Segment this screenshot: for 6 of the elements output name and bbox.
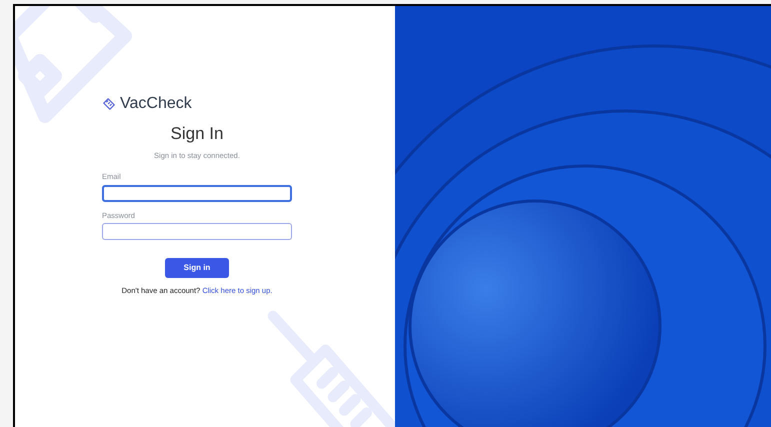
brand-name: VacCheck xyxy=(120,96,192,112)
page-title: Sign In xyxy=(170,125,224,142)
syringe-logo-icon xyxy=(102,97,116,111)
input-field[interactable] xyxy=(102,184,292,202)
input-field[interactable] xyxy=(102,222,292,240)
sign-in-button[interactable]: Sign in xyxy=(165,258,229,278)
